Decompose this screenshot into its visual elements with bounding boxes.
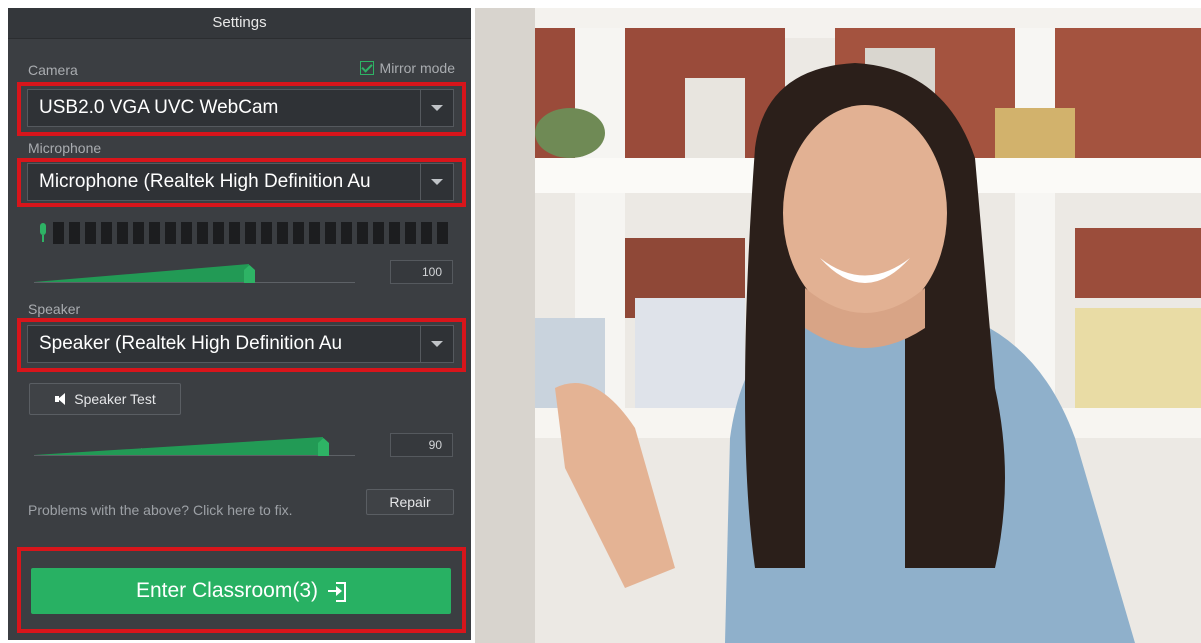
problems-text[interactable]: Problems with the above? Click here to f…	[28, 502, 293, 518]
camera-preview	[475, 8, 1201, 643]
meter-bar	[229, 222, 240, 244]
meter-bar	[197, 222, 208, 244]
enter-classroom-label: Enter Classroom(3)	[135, 579, 319, 602]
meter-bar	[53, 222, 64, 244]
panel-title: Settings	[8, 8, 471, 39]
microphone-label: Microphone	[28, 140, 102, 156]
meter-bar	[69, 222, 80, 244]
microphone-select-value: Microphone (Realtek High Definition Au	[39, 171, 371, 192]
dropdown-arrow-icon[interactable]	[420, 90, 453, 126]
meter-bar	[405, 222, 416, 244]
meter-bar	[277, 222, 288, 244]
microphone-icon	[38, 223, 48, 243]
slider-track	[34, 282, 355, 283]
microphone-select[interactable]: Microphone (Realtek High Definition Au	[27, 163, 454, 201]
dropdown-arrow-icon[interactable]	[420, 326, 453, 362]
meter-bar	[133, 222, 144, 244]
mic-volume-slider[interactable]	[34, 261, 355, 283]
meter-bar	[245, 222, 256, 244]
speaker-volume-value[interactable]: 90	[390, 433, 453, 457]
meter-bar	[293, 222, 304, 244]
camera-select[interactable]: USB2.0 VGA UVC WebCam	[27, 89, 454, 127]
slider-fill	[34, 264, 249, 282]
camera-preview-image	[475, 8, 1201, 643]
mirror-mode-toggle[interactable]: Mirror mode	[359, 60, 455, 76]
meter-bar	[85, 222, 96, 244]
meter-bar	[437, 222, 448, 244]
dropdown-arrow-icon[interactable]	[420, 164, 453, 200]
meter-bar	[213, 222, 224, 244]
slider-fill	[34, 437, 323, 455]
meter-bar	[101, 222, 112, 244]
meter-bar	[309, 222, 320, 244]
speaker-label: Speaker	[28, 301, 81, 317]
meter-bar	[325, 222, 336, 244]
speaker-select-value: Speaker (Realtek High Definition Au	[39, 333, 343, 354]
speaker-test-button[interactable]: Speaker Test	[29, 383, 181, 415]
meter-bar	[165, 222, 176, 244]
meter-bar	[181, 222, 192, 244]
settings-panel: Settings Camera Mirror mode USB2.0 VGA U…	[8, 8, 471, 640]
mirror-mode-label: Mirror mode	[379, 60, 455, 76]
meter-bar	[357, 222, 368, 244]
meter-bar	[389, 222, 400, 244]
slider-track	[34, 455, 355, 456]
camera-label: Camera	[28, 62, 78, 78]
repair-button[interactable]: Repair	[366, 489, 454, 515]
speaker-select[interactable]: Speaker (Realtek High Definition Au	[27, 325, 454, 363]
enter-icon	[328, 582, 347, 602]
meter-bar	[373, 222, 384, 244]
meter-bar	[421, 222, 432, 244]
camera-select-value: USB2.0 VGA UVC WebCam	[39, 97, 279, 118]
meter-bar	[341, 222, 352, 244]
checkbox-icon[interactable]	[359, 61, 374, 75]
repair-label: Repair	[389, 494, 431, 510]
meter-bar	[261, 222, 272, 244]
enter-classroom-button[interactable]: Enter Classroom(3)	[31, 568, 451, 614]
meter-bar	[117, 222, 128, 244]
mic-volume-value[interactable]: 100	[390, 260, 453, 284]
speaker-icon	[54, 392, 68, 406]
speaker-test-label: Speaker Test	[74, 391, 156, 407]
speaker-volume-slider[interactable]	[34, 434, 355, 456]
meter-bar	[149, 222, 160, 244]
mic-level-meter	[38, 222, 448, 244]
